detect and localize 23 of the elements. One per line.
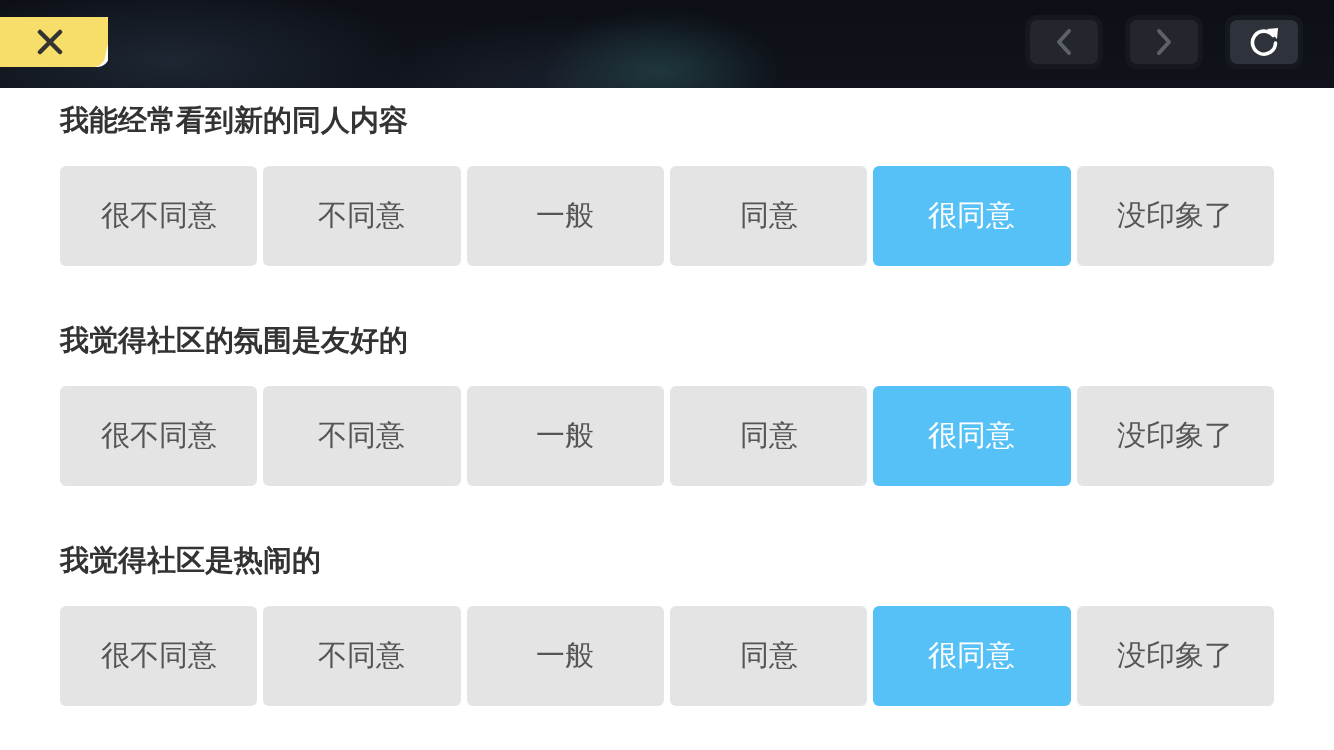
question-title: 我能经常看到新的同人内容 [60, 104, 408, 136]
answer-option[interactable]: 同意 [670, 166, 868, 266]
refresh-icon [1248, 26, 1280, 58]
answer-option[interactable]: 没印象了 [1076, 386, 1274, 486]
reload-button[interactable] [1225, 15, 1303, 69]
chevron-right-icon [1156, 28, 1172, 56]
answer-option[interactable]: 没印象了 [1076, 606, 1274, 706]
answer-option[interactable]: 一般 [466, 386, 664, 486]
answer-option[interactable]: 同意 [670, 386, 868, 486]
answer-option[interactable]: 很不同意 [60, 606, 258, 706]
answer-option[interactable]: 不同意 [263, 166, 461, 266]
answer-option[interactable]: 同意 [670, 606, 868, 706]
answer-option[interactable]: 没印象了 [1076, 166, 1274, 266]
question-title: 我觉得社区的氛围是友好的 [60, 324, 408, 356]
answer-option[interactable]: 很不同意 [60, 386, 258, 486]
answer-option[interactable]: 不同意 [263, 606, 461, 706]
close-icon [37, 29, 63, 55]
answer-option[interactable]: 一般 [466, 606, 664, 706]
answer-option[interactable]: 很不同意 [60, 166, 258, 266]
chevron-left-icon [1056, 28, 1072, 56]
answer-option[interactable]: 不同意 [263, 386, 461, 486]
answer-option[interactable]: 一般 [466, 166, 664, 266]
question-title: 我觉得社区是热闹的 [60, 544, 321, 576]
